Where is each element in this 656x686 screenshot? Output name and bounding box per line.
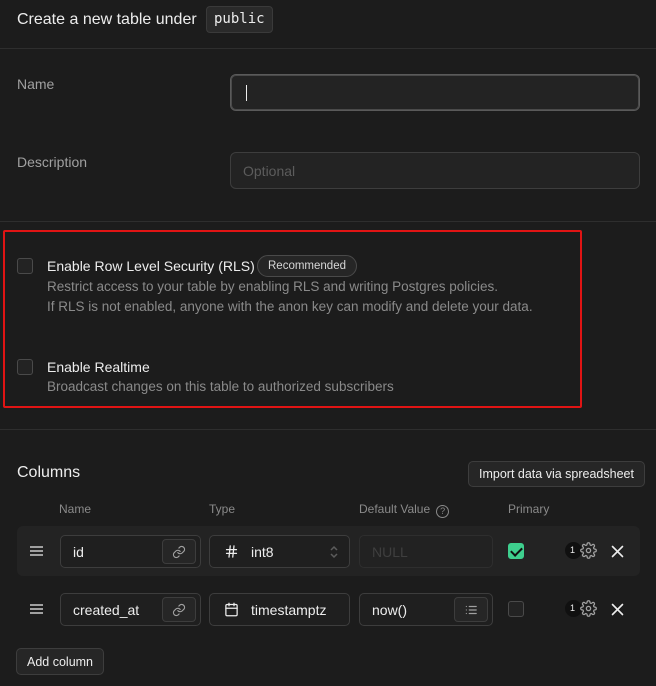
column-type-select[interactable]: timestamptz (209, 593, 350, 626)
default-value-menu-button[interactable] (454, 597, 488, 622)
default-value-placeholder: NULL (372, 544, 408, 560)
rls-description-line1: Restrict access to your table by enablin… (47, 279, 498, 294)
column-name-input[interactable]: created_at (60, 593, 201, 626)
close-icon[interactable] (611, 545, 624, 558)
columns-title: Columns (17, 464, 81, 481)
rls-title: Enable Row Level Security (RLS) (47, 258, 255, 274)
column-name-value: created_at (73, 602, 140, 618)
column-header-type: Type (209, 502, 236, 516)
realtime-checkbox[interactable] (17, 359, 33, 375)
rls-description-line2: If RLS is not enabled, anyone with the a… (47, 299, 533, 314)
description-input[interactable] (230, 152, 640, 189)
hash-icon (225, 545, 238, 558)
drag-handle-icon[interactable] (30, 604, 43, 614)
import-spreadsheet-button[interactable]: Import data via spreadsheet (468, 461, 645, 487)
divider (0, 429, 656, 430)
column-type-value: timestamptz (251, 602, 327, 618)
text-caret (246, 85, 247, 101)
foreign-key-button[interactable] (162, 597, 196, 622)
recommended-badge: Recommended (257, 255, 357, 277)
link-icon (172, 545, 186, 559)
foreign-key-button[interactable] (162, 539, 196, 564)
name-label: Name (17, 76, 55, 92)
column-type-value: int8 (251, 544, 274, 560)
schema-name: public (206, 6, 273, 33)
panel-header: Create a new table under public (0, 0, 656, 49)
list-icon (465, 605, 477, 615)
column-header-default-label: Default Value (359, 502, 431, 516)
column-header-name: Name (59, 502, 92, 516)
default-value-text: now() (372, 602, 408, 618)
drag-handle-icon[interactable] (30, 546, 43, 556)
add-column-button[interactable]: Add column (16, 648, 105, 675)
rls-checkbox[interactable] (17, 258, 33, 274)
realtime-description: Broadcast changes on this table to autho… (47, 379, 394, 394)
column-type-select[interactable]: int8 (209, 535, 350, 568)
realtime-title: Enable Realtime (47, 359, 150, 375)
link-icon (172, 603, 186, 617)
divider (0, 221, 656, 222)
primary-checkbox[interactable] (508, 543, 524, 559)
default-value-input[interactable]: now() (359, 593, 493, 626)
panel-title: Create a new table under (17, 11, 197, 28)
column-name-value: id (73, 544, 84, 560)
calendar-icon (225, 602, 238, 617)
name-input[interactable] (230, 74, 640, 111)
gear-icon (580, 600, 597, 617)
primary-checkbox[interactable] (508, 601, 524, 617)
help-icon[interactable]: ? (436, 505, 450, 518)
gear-icon (580, 542, 597, 559)
description-label: Description (17, 154, 88, 170)
column-name-input[interactable]: id (60, 535, 201, 568)
create-table-panel: Create a new table under public Name Des… (0, 0, 656, 686)
chevron-up-down-icon (330, 545, 338, 559)
default-value-input[interactable]: NULL (359, 535, 493, 568)
close-icon[interactable] (611, 603, 624, 616)
column-header-primary: Primary (508, 502, 550, 516)
column-header-default: Default Value? (359, 502, 450, 518)
